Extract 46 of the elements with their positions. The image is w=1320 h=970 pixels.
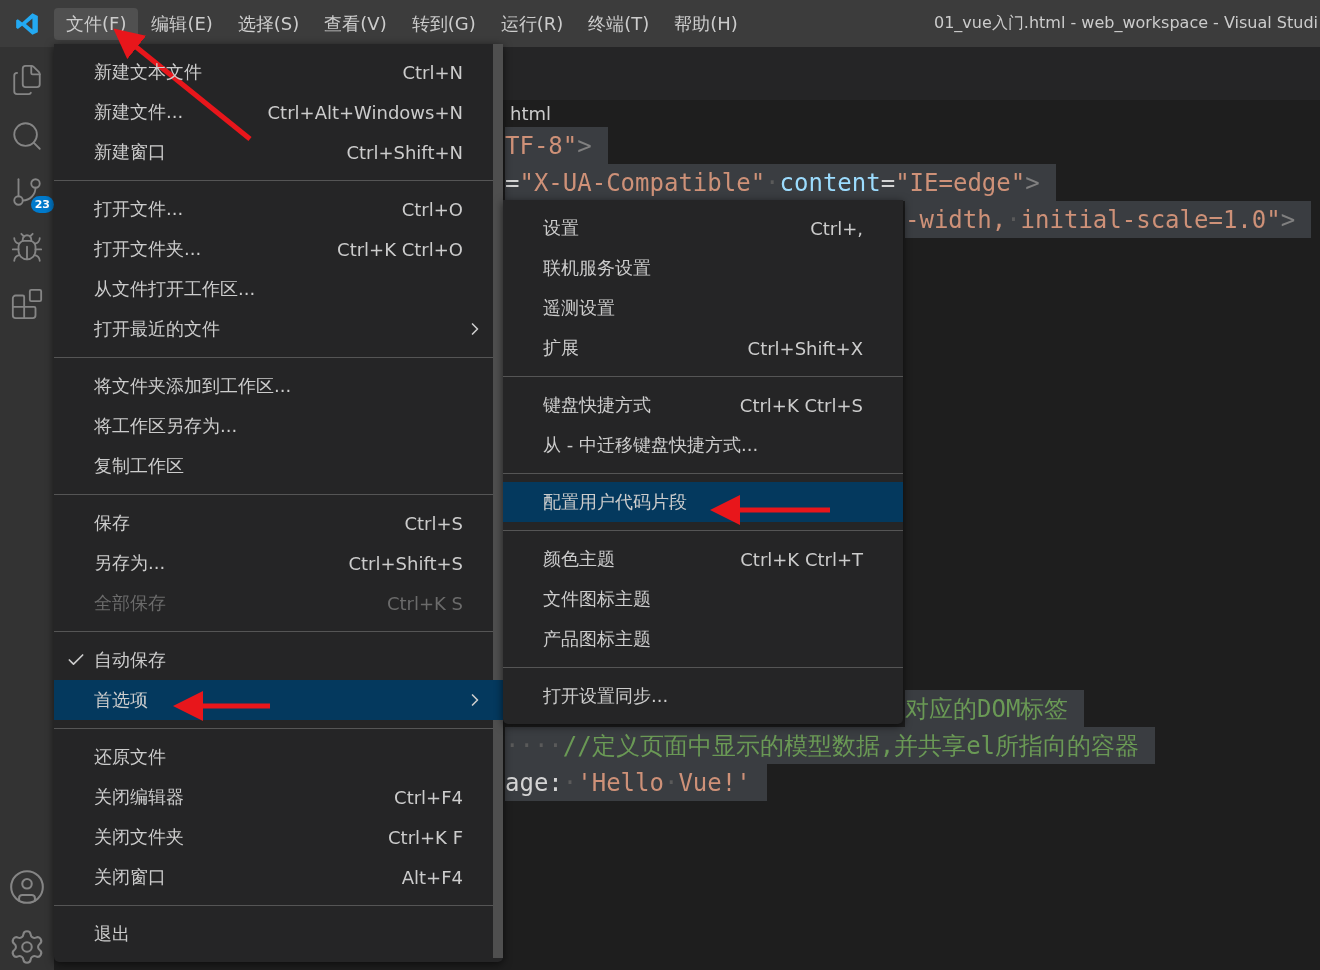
menu-item[interactable]: 打开文件夹... Ctrl+K Ctrl+O [54,229,503,269]
blocks-icon[interactable] [10,287,44,321]
menu-bar-item[interactable]: 运行(R) [488,7,576,40]
menu-item[interactable]: 颜色主题 Ctrl+K Ctrl+T [503,539,903,579]
menu-bar-item[interactable]: 终端(T) [576,7,662,40]
menu-item[interactable]: 将工作区另存为... [54,406,503,446]
menu-item[interactable]: 新建窗口 Ctrl+Shift+N [54,132,503,172]
files-icon[interactable] [10,63,44,97]
menu-item[interactable]: 打开文件... Ctrl+O [54,189,503,229]
menu-item[interactable]: 联机服务设置 [503,248,903,288]
account-icon[interactable] [8,868,46,906]
menu-item[interactable]: 键盘快捷方式 Ctrl+K Ctrl+S [503,385,903,425]
menu-bar-item[interactable]: 文件(F) [54,7,139,40]
menu-item[interactable]: 配置用户代码片段 [503,482,903,522]
menu-item[interactable]: 扩展 Ctrl+Shift+X [503,328,903,368]
menu-item[interactable]: 设置 Ctrl+, [503,208,903,248]
menu-item[interactable]: 首选项 [54,680,503,720]
search-icon[interactable] [10,119,44,153]
menu-item[interactable]: 从 - 中迁移键盘快捷方式... [503,425,903,465]
bug-icon[interactable] [10,231,44,265]
menu-item[interactable]: 复制工作区 [54,446,503,486]
menu-item[interactable]: 关闭窗口 Alt+F4 [54,857,503,897]
menu-item[interactable]: 从文件打开工作区... [54,269,503,309]
menu-bar-item[interactable]: 帮助(H) [662,7,750,40]
menu-item[interactable]: 自动保存 [54,640,503,680]
menu-item[interactable]: 还原文件 [54,737,503,777]
menu-item[interactable]: 产品图标主题 [503,619,903,659]
menu-item[interactable]: 关闭编辑器 Ctrl+F4 [54,777,503,817]
logo-icon [14,10,40,37]
window-title: 01_vue入门.html - web_workspace - Visual Studi [934,13,1318,34]
menu-item[interactable]: 关闭文件夹 Ctrl+K F [54,817,503,857]
menu-bar-item[interactable]: 转到(G) [399,7,488,40]
menu-item[interactable]: 打开设置同步... [503,676,903,716]
menu-item[interactable]: 遥测设置 [503,288,903,328]
menu-item[interactable]: 文件图标主题 [503,579,903,619]
scrollbar[interactable] [493,44,503,958]
menu-item[interactable]: 另存为... Ctrl+Shift+S [54,543,503,583]
menu-item[interactable]: 新建文件... Ctrl+Alt+Windows+N [54,92,503,132]
menu-bar-item[interactable]: 选择(S) [225,7,312,40]
menu-item[interactable]: 打开最近的文件 [54,309,503,349]
menu-bar-item[interactable]: 编辑(E) [139,7,225,40]
count-badge: 23 [30,196,54,213]
menu-item[interactable]: 退出 [54,914,503,954]
menu-item[interactable]: 将文件夹添加到工作区... [54,366,503,406]
menu-item[interactable]: 保存 Ctrl+S [54,503,503,543]
menu-bar-item[interactable]: 查看(V) [312,7,399,40]
